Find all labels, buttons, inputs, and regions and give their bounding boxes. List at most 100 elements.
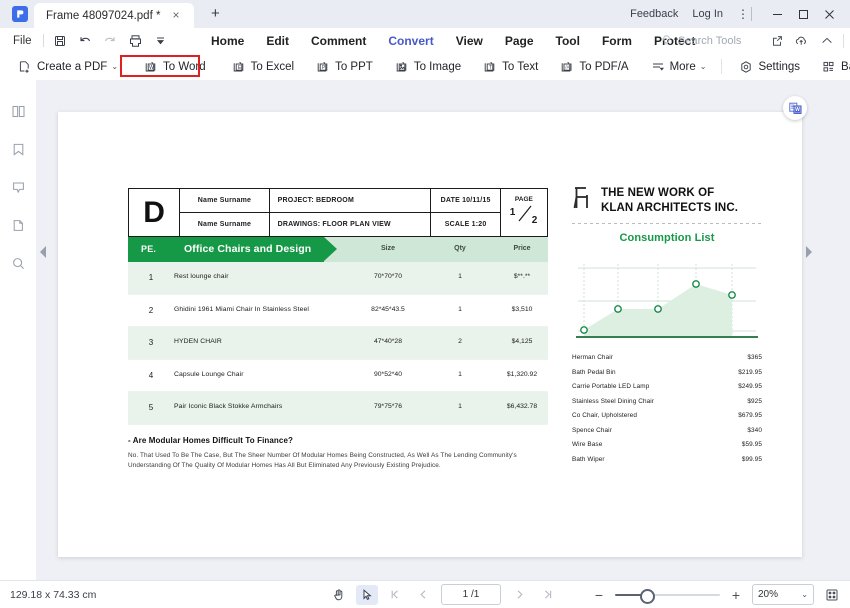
thumbnails-icon [11, 104, 26, 119]
left-panel-handle[interactable] [40, 246, 48, 260]
list-item: Bath Wiper $99.95 [572, 456, 762, 471]
to-text-button[interactable]: T To Text [479, 57, 542, 76]
select-tool-button[interactable] [356, 585, 378, 605]
more-options-icon[interactable]: ⋮ [737, 9, 741, 19]
menu-view[interactable]: View [445, 34, 494, 48]
sidebar-item-attachments[interactable] [0, 206, 36, 244]
table-body: 1 Rest lounge chair 70*70*70 1 $**.** 2 … [128, 262, 548, 425]
close-button[interactable] [816, 4, 842, 24]
company-title: THE NEW WORK OF KLAN ARCHITECTS INC. [601, 186, 738, 215]
row-size: 70*70*70 [356, 273, 420, 280]
to-word-highlight [120, 55, 200, 77]
sidebar-item-search[interactable] [0, 244, 36, 282]
create-pdf-button[interactable]: Create a PDF ⌄ [14, 57, 122, 76]
word-conversion-badge[interactable]: W [783, 96, 807, 120]
item-price: $249.95 [738, 383, 762, 390]
list-item: Co Chair, Upholstered $679.95 [572, 412, 762, 427]
list-item: Stainless Steel Dining Chair $925 [572, 398, 762, 413]
comment-icon [11, 180, 26, 195]
hand-tool-button[interactable] [328, 585, 350, 605]
login-link[interactable]: Log In [692, 8, 723, 20]
left-sidebar [0, 80, 37, 580]
to-excel-button[interactable]: E To Excel [228, 57, 298, 76]
to-pdfa-label: To PDF/A [579, 61, 628, 73]
row-qty: 1 [438, 371, 482, 378]
row-size: 90*52*40 [356, 371, 420, 378]
save-icon[interactable] [48, 28, 73, 53]
previous-page-button[interactable] [412, 585, 434, 605]
menu-edit[interactable]: Edit [255, 34, 300, 48]
row-price: $**.** [496, 273, 548, 280]
cloud-upload-icon[interactable] [789, 28, 814, 53]
zoom-level-select[interactable]: 20% ⌄ [752, 584, 814, 605]
collapse-ribbon-icon[interactable] [814, 28, 839, 53]
row-price: $1,320.92 [496, 371, 548, 378]
item-price: $925 [747, 398, 762, 405]
zoom-out-button[interactable]: − [589, 585, 609, 605]
lightbulb-icon [660, 34, 673, 47]
page-number-input[interactable]: 1 /1 [441, 584, 501, 605]
maximize-button[interactable] [790, 4, 816, 24]
to-ppt-button[interactable]: P To PPT [312, 57, 377, 76]
to-image-button[interactable]: To Image [391, 57, 465, 76]
zoom-slider[interactable] [615, 585, 720, 605]
sidebar-item-bookmarks[interactable] [0, 130, 36, 168]
quick-access-dropdown-icon[interactable] [148, 28, 173, 53]
row-price: $4,125 [496, 338, 548, 345]
item-price: $59.95 [742, 441, 762, 448]
feedback-link[interactable]: Feedback [630, 8, 678, 20]
close-icon[interactable]: × [170, 9, 182, 21]
search-tools-placeholder: Search Tools [678, 35, 741, 47]
svg-text:W: W [795, 107, 800, 113]
minimize-button[interactable] [764, 4, 790, 24]
print-icon[interactable] [123, 28, 148, 53]
attachment-icon [11, 218, 26, 233]
next-page-button[interactable] [508, 585, 530, 605]
sidebar-item-comments[interactable] [0, 168, 36, 206]
column-header-title: Office Chairs and Design [184, 243, 311, 255]
file-menu[interactable]: File [13, 35, 32, 47]
page-fraction: PAGE 1 2 [500, 189, 547, 237]
row-qty: 1 [438, 273, 482, 280]
zoom-slider-handle[interactable] [640, 589, 655, 604]
project-field: PROJECT: BEDROOM [269, 189, 431, 213]
menu-comment[interactable]: Comment [300, 34, 377, 48]
redo-icon[interactable] [98, 28, 123, 53]
menu-form[interactable]: Form [591, 34, 643, 48]
page-denominator: 2 [532, 215, 538, 226]
row-qty: 2 [438, 338, 482, 345]
company-header: THE NEW WORK OF KLAN ARCHITECTS INC. [572, 186, 762, 215]
divider [43, 34, 44, 47]
more-button[interactable]: More ⌄ [647, 57, 711, 76]
row-size: 79*75*76 [356, 403, 420, 410]
last-page-button[interactable] [536, 585, 558, 605]
zoom-in-button[interactable]: + [726, 585, 746, 605]
to-excel-icon: E [232, 60, 246, 74]
first-page-button[interactable] [384, 585, 406, 605]
item-name: Co Chair, Upholstered [572, 412, 637, 419]
status-bar: 129.18 x 74.33 cm 1 /1 − [0, 580, 850, 608]
menu-convert[interactable]: Convert [377, 34, 444, 48]
document-tab[interactable]: Frame 48097024.pdf * × [34, 3, 194, 28]
page-label: PAGE [501, 196, 547, 203]
to-image-icon [395, 60, 409, 74]
divider [751, 7, 752, 21]
page-numerator: 1 [510, 207, 516, 218]
undo-icon[interactable] [73, 28, 98, 53]
new-tab-button[interactable]: + [211, 6, 220, 21]
area-chart-svg [572, 258, 762, 344]
fit-page-button[interactable] [822, 585, 842, 605]
menu-home[interactable]: Home [200, 34, 255, 48]
share-icon[interactable] [764, 28, 789, 53]
batch-process-button[interactable]: Batch Pr › [818, 57, 850, 76]
sidebar-item-thumbnails[interactable] [0, 92, 36, 130]
menu-tool[interactable]: Tool [545, 34, 591, 48]
consumption-list-title: Consumption List [572, 232, 762, 244]
drawings-field: DRAWINGS: FLOOR PLAN VIEW [269, 213, 431, 237]
to-pdfa-button[interactable]: /A To PDF/A [556, 57, 632, 76]
right-panel-handle[interactable] [806, 246, 814, 260]
settings-button[interactable]: Settings [735, 57, 804, 76]
search-tools[interactable]: Search Tools [660, 28, 741, 53]
document-content: D Name Surname PROJECT: BEDROOM DATE 10/… [128, 188, 548, 425]
menu-page[interactable]: Page [494, 34, 545, 48]
